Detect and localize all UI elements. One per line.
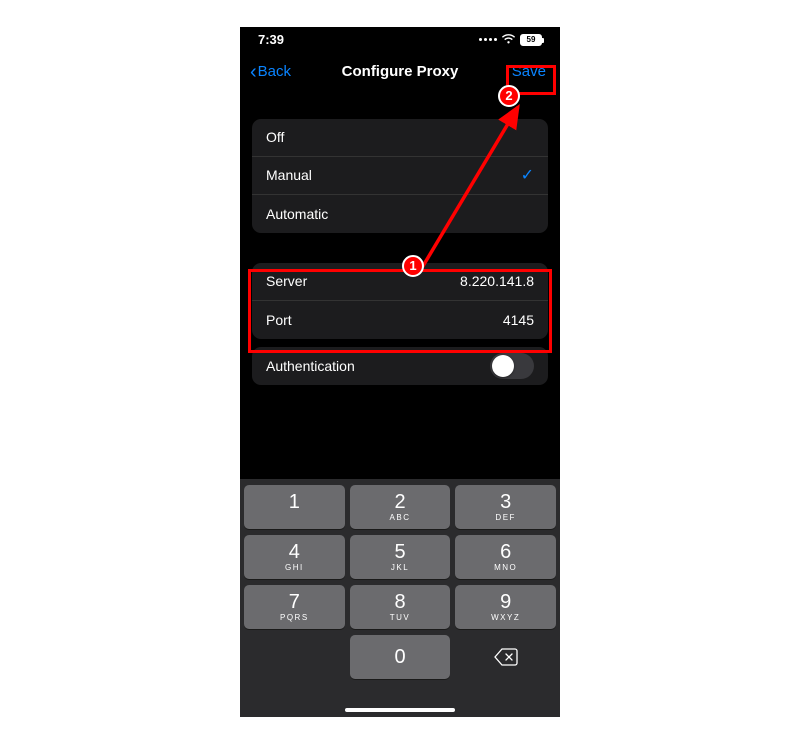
status-time: 7:39: [258, 32, 284, 47]
backspace-icon: [494, 648, 518, 666]
status-bar: 7:39 59: [240, 27, 560, 53]
key-2[interactable]: 2ABC: [350, 485, 451, 529]
proxy-mode-section: Off Manual ✓ Automatic: [252, 119, 548, 233]
auth-label: Authentication: [266, 358, 355, 374]
mode-option-manual[interactable]: Manual ✓: [252, 157, 548, 195]
auth-toggle[interactable]: [490, 353, 534, 379]
key-4[interactable]: 4GHI: [244, 535, 345, 579]
status-icons: 59: [479, 34, 542, 46]
annotation-badge-1: 1: [402, 255, 424, 277]
app-switcher-icon: [479, 38, 497, 41]
wifi-icon: [501, 34, 516, 45]
page-title: Configure Proxy: [342, 63, 459, 80]
mode-manual-label: Manual: [266, 167, 312, 183]
key-9[interactable]: 9WXYZ: [455, 585, 556, 629]
back-button[interactable]: ‹ Back: [250, 62, 291, 82]
check-icon: ✓: [521, 165, 534, 185]
backspace-key[interactable]: [455, 635, 556, 679]
toggle-knob: [492, 355, 514, 377]
numeric-keyboard: 1 2ABC 3DEF 4GHI 5JKL 6MNO 7PQRS 8TUV 9W…: [240, 479, 560, 717]
mode-option-automatic[interactable]: Automatic: [252, 195, 548, 233]
key-3[interactable]: 3DEF: [455, 485, 556, 529]
battery-icon: 59: [520, 34, 542, 46]
key-spacer: [244, 635, 345, 679]
key-8[interactable]: 8TUV: [350, 585, 451, 629]
mode-automatic-label: Automatic: [266, 206, 328, 222]
key-5[interactable]: 5JKL: [350, 535, 451, 579]
back-label: Back: [258, 63, 291, 80]
mode-option-off[interactable]: Off: [252, 119, 548, 157]
mode-off-label: Off: [266, 129, 284, 145]
key-7[interactable]: 7PQRS: [244, 585, 345, 629]
phone-screen: 7:39 59 ‹ Back Configure Proxy Save Off …: [240, 27, 560, 717]
chevron-left-icon: ‹: [250, 62, 257, 82]
key-6[interactable]: 6MNO: [455, 535, 556, 579]
annotation-badge-2: 2: [498, 85, 520, 107]
key-1[interactable]: 1: [244, 485, 345, 529]
key-0[interactable]: 0: [350, 635, 451, 679]
home-indicator[interactable]: [345, 708, 455, 712]
annotation-box-serverport: [248, 269, 552, 353]
